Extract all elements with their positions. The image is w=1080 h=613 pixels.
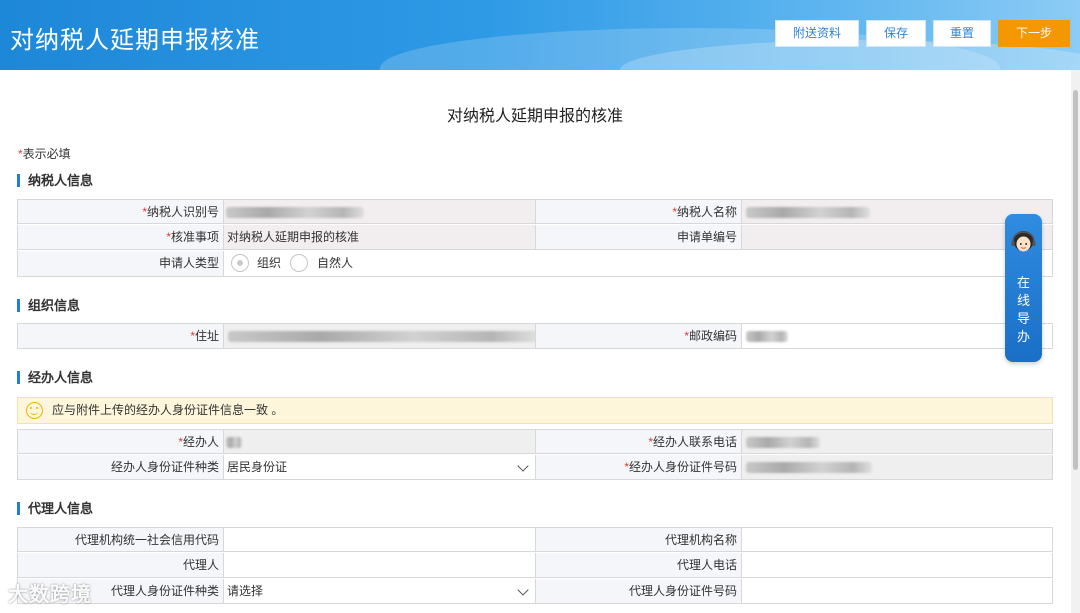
form-row: *住址 *邮政编码	[17, 323, 1053, 349]
service-agent-icon	[1011, 231, 1036, 256]
form-row: 经办人身份证件种类 居民身份证 *经办人身份证件号码	[17, 455, 1053, 480]
applicant-type-org-radio[interactable]	[231, 254, 249, 272]
vertical-scrollbar[interactable]	[1071, 70, 1080, 613]
application-no-label: 申请单编号	[535, 225, 742, 249]
reset-button[interactable]: 重置	[933, 20, 991, 47]
agent-org-code-field[interactable]	[224, 528, 535, 551]
handler-notice: 应与附件上传的经办人身份证件信息一致 。	[17, 397, 1053, 424]
form-row: 代理机构统一社会信用代码 代理机构名称	[17, 527, 1053, 552]
agent-id-type-select[interactable]: 请选择	[224, 579, 535, 603]
watermark-text: 大数跨境	[8, 584, 92, 606]
page-title: 对纳税人延期申报的核准	[446, 108, 623, 125]
agent-org-code-label: 代理机构统一社会信用代码	[18, 528, 224, 551]
applicant-type-person-label: 自然人	[317, 256, 354, 270]
approval-item-value: 对纳税人延期申报的核准	[224, 225, 535, 249]
form-row: *经办人 *经办人联系电话	[17, 429, 1053, 454]
taxpayer-id-field[interactable]	[224, 200, 535, 223]
handler-id-type-label: 经办人身份证件种类	[18, 455, 224, 479]
approval-item-label: *核准事项	[18, 225, 224, 249]
scrollbar-thumb[interactable]	[1073, 90, 1078, 470]
agent-org-name-label: 代理机构名称	[535, 528, 742, 551]
chevron-down-icon	[517, 460, 529, 472]
agent-id-no-label: 代理人身份证件号码	[535, 579, 742, 603]
save-button[interactable]: 保存	[866, 20, 926, 47]
form-row: *纳税人识别号 *纳税人名称	[17, 199, 1053, 224]
handler-id-no-label: *经办人身份证件号码	[535, 455, 742, 479]
agent-field[interactable]	[224, 553, 535, 577]
smile-icon	[26, 402, 43, 419]
handler-label: *经办人	[18, 430, 224, 453]
agent-phone-label: 代理人电话	[535, 553, 742, 577]
app-title: 对纳税人延期申报核准	[10, 27, 260, 54]
taxpayer-id-label: *纳税人识别号	[18, 200, 224, 223]
agent-id-no-field[interactable]	[742, 579, 1052, 603]
chevron-down-icon	[517, 584, 529, 596]
taxpayer-name-label: *纳税人名称	[535, 200, 742, 223]
postcode-label: *邮政编码	[535, 324, 742, 348]
section-title-taxpayer: 纳税人信息	[17, 174, 93, 187]
form-row: 代理人身份证件种类 请选择 代理人身份证件号码	[17, 579, 1053, 604]
address-field[interactable]	[224, 324, 538, 348]
form-row: *核准事项 对纳税人延期申报的核准 申请单编号	[17, 225, 1053, 250]
applicant-type-org-label: 组织	[257, 256, 282, 270]
agent-phone-field[interactable]	[742, 553, 1052, 577]
online-guide-button[interactable]: 在 线 导 办	[1005, 214, 1042, 362]
required-note: *表示必填	[18, 147, 71, 161]
form-row: 申请人类型 组织 自然人	[17, 251, 1053, 277]
section-title-organization: 组织信息	[17, 299, 80, 312]
attach-materials-button[interactable]: 附送资料	[775, 20, 859, 47]
applicant-type-person-radio[interactable]	[290, 254, 308, 272]
online-guide-label: 在 线 导 办	[1016, 275, 1030, 344]
applicant-type-label: 申请人类型	[18, 251, 224, 276]
agent-org-name-field[interactable]	[742, 528, 1052, 551]
agent-label: 代理人	[18, 553, 224, 577]
next-step-button[interactable]: 下一步	[998, 20, 1070, 47]
handler-phone-field[interactable]	[742, 430, 1052, 453]
address-label: *住址	[18, 324, 224, 348]
section-title-handler: 经办人信息	[17, 371, 93, 384]
app-header: 对纳税人延期申报核准 附送资料 保存 重置 下一步	[0, 0, 1080, 70]
handler-phone-label: *经办人联系电话	[535, 430, 742, 453]
form-row: 代理人 代理人电话	[17, 553, 1053, 578]
handler-id-type-select[interactable]: 居民身份证	[224, 455, 535, 479]
handler-id-no-field[interactable]	[742, 455, 1052, 479]
handler-field[interactable]	[224, 430, 535, 453]
section-title-agent: 代理人信息	[17, 502, 93, 515]
